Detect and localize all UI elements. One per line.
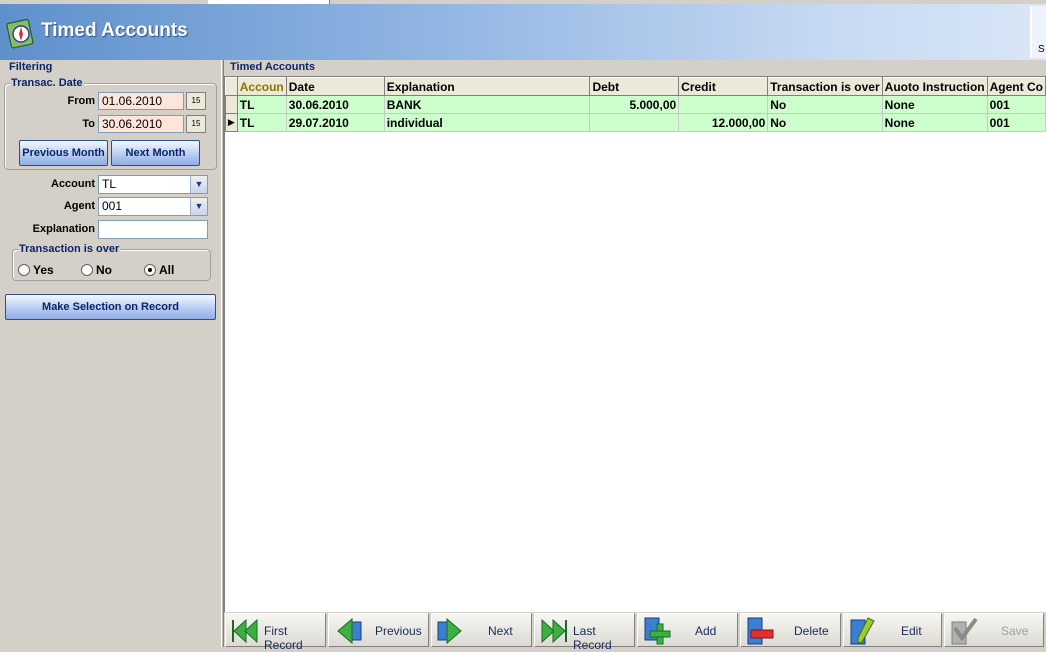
from-date-field[interactable]: 01.06.2010 (98, 92, 184, 110)
table-row[interactable]: ▶ TL 29.07.2010 individual 12.000,00 No … (225, 113, 1046, 132)
grid-header-row: Accoun Date Explanation Debt Credit Tran… (225, 77, 1046, 96)
transac-date-title: Transac. Date (10, 77, 84, 89)
save-label: Save (1001, 624, 1029, 638)
column-header[interactable]: Accoun (236, 77, 287, 96)
cell-credit[interactable] (678, 95, 769, 114)
radio-all-label: All (159, 263, 175, 277)
last-record-button[interactable]: Last Record (534, 613, 635, 652)
cell-auto-instruction[interactable]: None (881, 95, 988, 114)
add-label: Add (695, 624, 717, 638)
transaction-over-title: Transaction is over (18, 243, 121, 255)
row-indicator-header (225, 77, 238, 96)
next-month-button[interactable]: Next Month (111, 140, 200, 166)
edit-icon (850, 617, 875, 645)
record-navigation-bar: First Record Previous Next Last Record A… (224, 612, 1046, 652)
to-date-field[interactable]: 30.06.2010 (98, 115, 184, 133)
page-header: Timed Accounts S (0, 4, 1046, 60)
agent-label: Agent (63, 200, 95, 212)
account-select[interactable]: TL ▼ (98, 175, 208, 194)
delete-button[interactable]: Delete (740, 613, 841, 647)
to-label: To (82, 118, 95, 130)
previous-label: Previous (375, 624, 422, 638)
delete-icon (747, 617, 774, 645)
cell-debt[interactable]: 5.000,00 (589, 95, 680, 114)
next-icon (437, 617, 462, 645)
cell-credit[interactable]: 12.000,00 (678, 113, 769, 132)
column-header[interactable]: Date (285, 77, 385, 96)
previous-button[interactable]: Previous (328, 613, 429, 647)
cell-explanation[interactable]: BANK (383, 95, 591, 114)
last-record-label: Last Record (573, 624, 612, 652)
column-header[interactable]: Explanation (383, 77, 591, 96)
edit-button[interactable]: Edit (843, 613, 942, 647)
radio-all-circle[interactable] (144, 264, 156, 276)
previous-icon (337, 617, 362, 645)
from-calendar-icon[interactable]: 15 (186, 92, 206, 110)
chevron-down-icon[interactable]: ▼ (190, 176, 207, 193)
cell-explanation[interactable]: individual (383, 113, 591, 132)
filtering-title: Filtering (8, 61, 54, 73)
edit-label: Edit (901, 624, 922, 638)
first-record-button[interactable]: First Record (225, 613, 326, 652)
account-label: Account (51, 178, 95, 190)
records-grid[interactable]: Accoun Date Explanation Debt Credit Tran… (224, 76, 1046, 612)
radio-no-label: No (96, 263, 112, 277)
first-record-icon (232, 618, 258, 644)
table-row[interactable]: TL 30.06.2010 BANK 5.000,00 No None 001 (225, 95, 1046, 114)
column-header[interactable]: Debt (589, 77, 680, 96)
grid-title: Timed Accounts (229, 61, 316, 73)
records-table: Accoun Date Explanation Debt Credit Tran… (225, 77, 1046, 132)
explanation-input[interactable] (98, 220, 208, 239)
cell-date[interactable]: 30.06.2010 (285, 95, 385, 114)
page-title: Timed Accounts (41, 20, 188, 41)
to-calendar-icon[interactable]: 15 (186, 115, 206, 133)
previous-month-button[interactable]: Previous Month (19, 140, 108, 166)
cell-transaction-over[interactable]: No (767, 113, 883, 132)
radio-yes-label: Yes (33, 263, 54, 277)
add-button[interactable]: Add (637, 613, 738, 647)
last-record-icon (541, 618, 567, 644)
account-value: TL (102, 177, 117, 191)
next-button[interactable]: Next (431, 613, 532, 647)
delete-label: Delete (794, 624, 829, 638)
make-selection-button[interactable]: Make Selection on Record (5, 294, 216, 320)
next-label: Next (488, 624, 513, 638)
header-right-label: S (1038, 44, 1045, 55)
column-header[interactable]: Agent Co (986, 77, 1046, 96)
cell-auto-instruction[interactable]: None (881, 113, 988, 132)
radio-no[interactable]: No (81, 263, 112, 277)
save-icon (951, 617, 978, 645)
cell-agent-code[interactable]: 001 (986, 113, 1046, 132)
cell-transaction-over[interactable]: No (767, 95, 883, 114)
radio-no-circle[interactable] (81, 264, 93, 276)
current-row-indicator-icon[interactable]: ▶ (225, 113, 238, 132)
row-indicator[interactable] (225, 95, 238, 114)
cell-account[interactable]: TL (236, 95, 287, 114)
cell-debt[interactable] (589, 113, 680, 132)
chevron-down-icon[interactable]: ▼ (190, 198, 207, 215)
column-header[interactable]: Transaction is over (767, 77, 883, 96)
explanation-label: Explanation (32, 223, 95, 235)
save-button[interactable]: Save (944, 613, 1044, 647)
header-right-panel: S (1030, 6, 1046, 58)
first-record-label: First Record (264, 624, 303, 652)
radio-all[interactable]: All (144, 263, 174, 277)
cell-date[interactable]: 29.07.2010 (285, 113, 385, 132)
agent-value: 001 (102, 199, 123, 213)
add-icon (644, 617, 671, 645)
from-label: From (67, 95, 96, 107)
radio-yes-circle[interactable] (18, 264, 30, 276)
cell-agent-code[interactable]: 001 (986, 95, 1046, 114)
agent-select[interactable]: 001 ▼ (98, 197, 208, 216)
column-header[interactable]: Auoto Instruction (881, 77, 988, 96)
radio-yes[interactable]: Yes (18, 263, 54, 277)
column-header[interactable]: Credit (678, 77, 769, 96)
compass-map-icon (6, 19, 34, 49)
cell-account[interactable]: TL (236, 113, 287, 132)
